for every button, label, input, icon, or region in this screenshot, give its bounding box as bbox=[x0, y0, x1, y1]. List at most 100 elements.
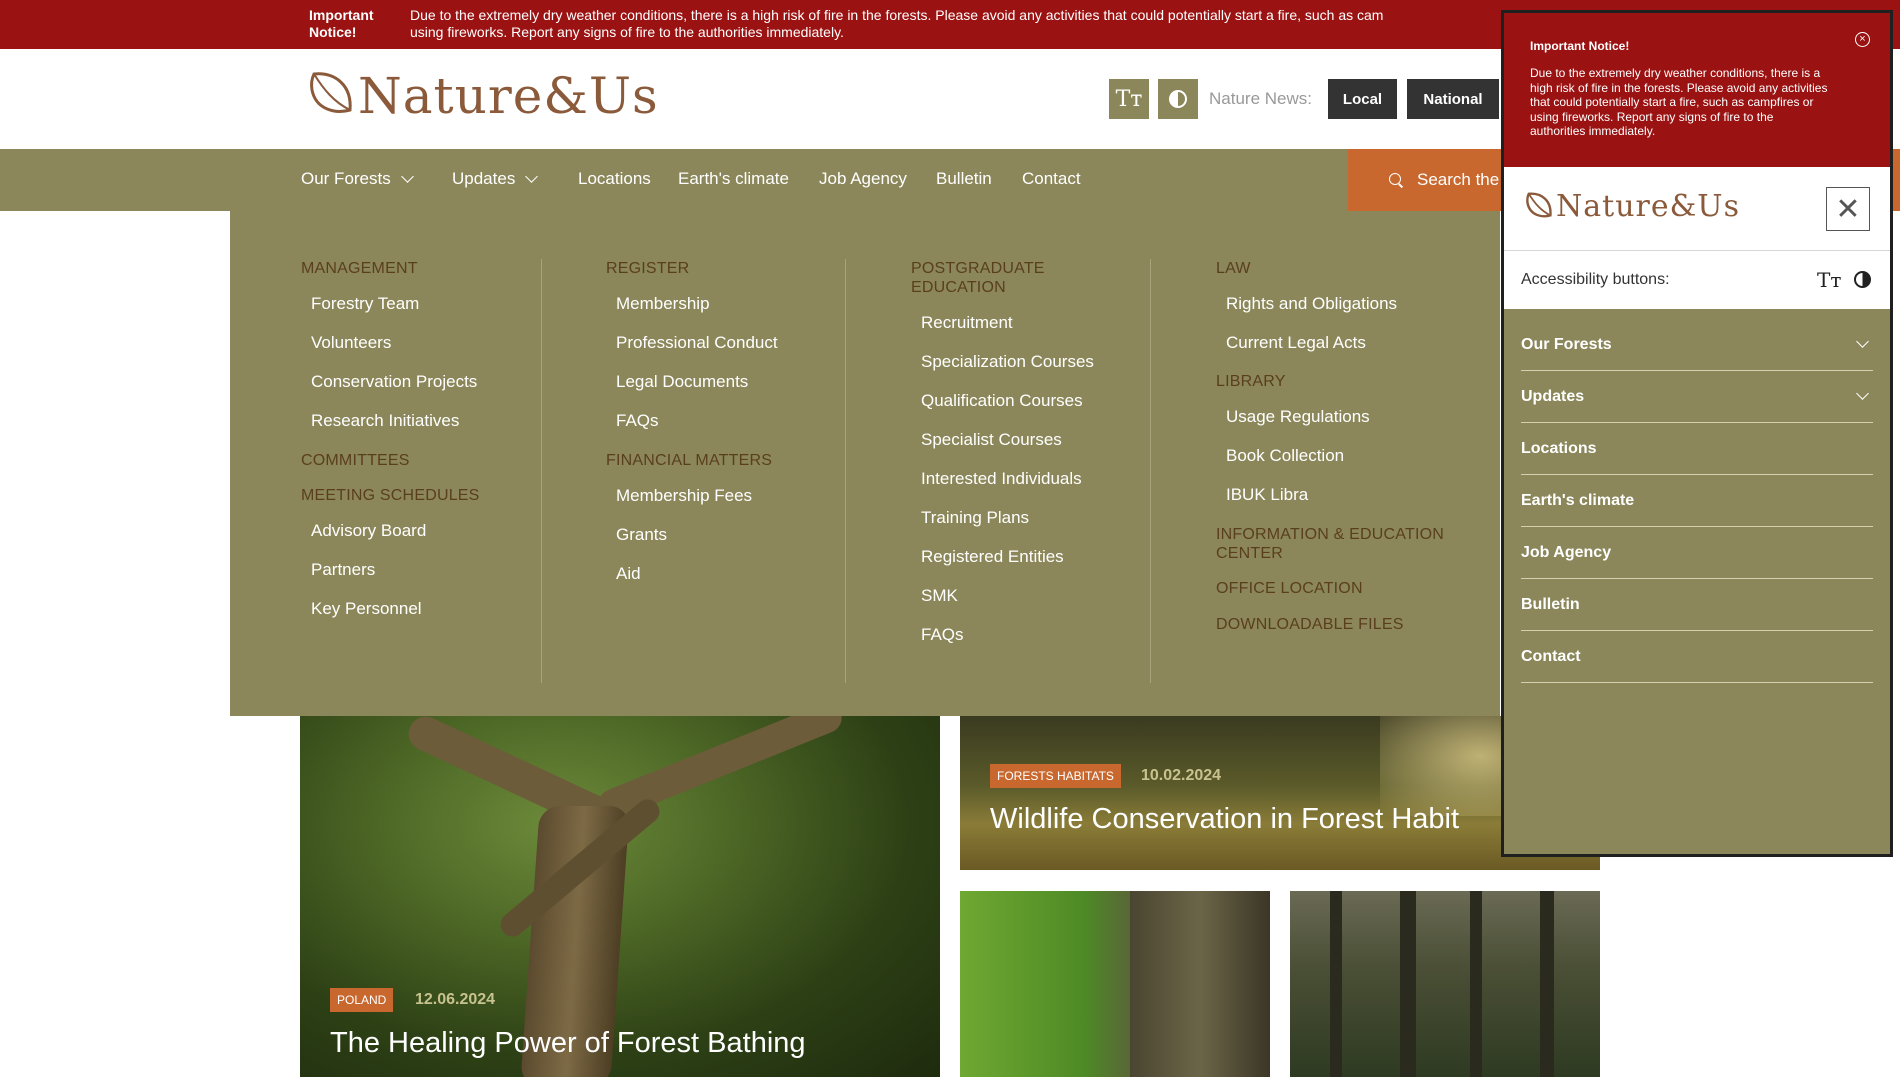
menu-link[interactable]: Volunteers bbox=[311, 333, 551, 353]
panel-item-label: Earth's climate bbox=[1521, 492, 1635, 509]
search-placeholder: Search the bbox=[1417, 170, 1500, 189]
menu-link[interactable]: Legal Documents bbox=[616, 372, 856, 392]
panel-accessibility: Accessibility buttons: Tт bbox=[1504, 251, 1890, 309]
menu-link[interactable]: Conservation Projects bbox=[311, 372, 551, 392]
panel-item-our-forests[interactable]: Our Forests bbox=[1521, 319, 1873, 371]
article-image-detail bbox=[1540, 891, 1554, 1077]
column-divider bbox=[1150, 259, 1151, 683]
notice-text-line2: using fireworks. Report any signs of fir… bbox=[410, 24, 844, 40]
section-financial-matters[interactable]: FINANCIAL MATTERS bbox=[606, 451, 856, 470]
section-register[interactable]: REGISTER bbox=[606, 259, 856, 278]
menu-link[interactable]: Aid bbox=[616, 564, 856, 584]
nav-locations[interactable]: Locations bbox=[578, 169, 651, 189]
article-card-big[interactable]: POLAND 12.06.2024 The Healing Power of F… bbox=[300, 716, 940, 1077]
menu-link[interactable]: Partners bbox=[311, 560, 551, 580]
close-icon[interactable]: ✕ bbox=[1826, 187, 1870, 231]
panel-item-label: Updates bbox=[1521, 388, 1585, 405]
panel-item-label: Our Forests bbox=[1521, 336, 1612, 353]
accessibility-label: Accessibility buttons: bbox=[1521, 271, 1670, 288]
menu-link[interactable]: FAQs bbox=[616, 411, 856, 431]
menu-link[interactable]: Qualification Courses bbox=[921, 391, 1131, 411]
menu-link[interactable]: Current Legal Acts bbox=[1226, 333, 1486, 353]
chevron-down-icon bbox=[400, 170, 414, 183]
chevron-down-icon bbox=[1856, 335, 1869, 348]
nav-job-agency[interactable]: Job Agency bbox=[819, 169, 907, 189]
menu-link[interactable]: Book Collection bbox=[1226, 446, 1486, 466]
menu-link[interactable]: Forestry Team bbox=[311, 294, 551, 314]
nav-updates[interactable]: Updates bbox=[452, 169, 539, 189]
mega-col-3: POSTGRADUATE EDUCATION Recruitment Speci… bbox=[911, 259, 1131, 645]
nav-contact[interactable]: Contact bbox=[1022, 169, 1081, 189]
nav-bulletin[interactable]: Bulletin bbox=[936, 169, 992, 189]
menu-link[interactable]: Specialist Courses bbox=[921, 430, 1131, 450]
panel-header: Nature&Us ✕ bbox=[1504, 167, 1890, 251]
menu-link[interactable]: Professional Conduct bbox=[616, 333, 856, 353]
menu-link[interactable]: Usage Regulations bbox=[1226, 407, 1486, 427]
news-local-button[interactable]: Local bbox=[1328, 79, 1397, 119]
text-size-icon: Tт bbox=[1115, 86, 1143, 112]
section-information-education-center[interactable]: INFORMATION & EDUCATION CENTER bbox=[1216, 525, 1486, 563]
menu-link[interactable]: Rights and Obligations bbox=[1226, 294, 1486, 314]
panel-item-earths-climate[interactable]: Earth's climate bbox=[1521, 475, 1873, 527]
nav-earths-climate[interactable]: Earth's climate bbox=[678, 169, 789, 189]
search-icon bbox=[1389, 173, 1401, 185]
article-image-detail bbox=[1130, 891, 1270, 1077]
menu-link[interactable]: Specialization Courses bbox=[921, 352, 1131, 372]
nav-item-label: Updates bbox=[452, 169, 516, 188]
article-date: 12.06.2024 bbox=[415, 991, 496, 1008]
mega-col-2: REGISTER Membership Professional Conduct… bbox=[606, 259, 856, 584]
logo-text: Nature&Us bbox=[358, 67, 659, 125]
menu-link[interactable]: IBUK Libra bbox=[1226, 485, 1486, 505]
panel-item-job-agency[interactable]: Job Agency bbox=[1521, 527, 1873, 579]
menu-link[interactable]: Key Personnel bbox=[311, 599, 551, 619]
contrast-button[interactable] bbox=[1158, 79, 1198, 119]
site-logo[interactable]: Nature&Us bbox=[306, 67, 659, 125]
nav-our-forests[interactable]: Our Forests bbox=[301, 169, 414, 189]
panel-logo[interactable]: Nature&Us bbox=[1524, 189, 1740, 224]
text-size-icon[interactable]: Tт bbox=[1817, 268, 1841, 292]
menu-link[interactable]: Research Initiatives bbox=[311, 411, 551, 431]
section-law[interactable]: LAW bbox=[1216, 259, 1486, 278]
notice-text: Due to the extremely dry weather conditi… bbox=[410, 7, 1510, 41]
article-card-small[interactable] bbox=[1290, 891, 1600, 1077]
article-badge[interactable]: POLAND bbox=[330, 988, 394, 1012]
article-title[interactable]: Wildlife Conservation in Forest Habit bbox=[990, 803, 1459, 836]
text-size-button[interactable]: Tт bbox=[1109, 79, 1149, 119]
menu-link[interactable]: FAQs bbox=[921, 625, 1131, 645]
menu-link[interactable]: SMK bbox=[921, 586, 1131, 606]
mega-col-4: LAW Rights and Obligations Current Legal… bbox=[1216, 259, 1486, 634]
panel-item-label: Bulletin bbox=[1521, 596, 1580, 613]
section-postgraduate-education[interactable]: POSTGRADUATE EDUCATION bbox=[911, 259, 1131, 297]
menu-link[interactable]: Recruitment bbox=[921, 313, 1131, 333]
notice-text-line1: Due to the extremely dry weather conditi… bbox=[410, 7, 1384, 23]
menu-link[interactable]: Registered Entities bbox=[921, 547, 1131, 567]
article-badge[interactable]: FORESTS HABITATS bbox=[990, 764, 1121, 788]
menu-link[interactable]: Membership bbox=[616, 294, 856, 314]
menu-link[interactable]: Training Plans bbox=[921, 508, 1131, 528]
section-office-location[interactable]: OFFICE LOCATION bbox=[1216, 579, 1486, 598]
menu-link[interactable]: Advisory Board bbox=[311, 521, 551, 541]
panel-item-label: Job Agency bbox=[1521, 544, 1612, 561]
menu-link[interactable]: Membership Fees bbox=[616, 486, 856, 506]
menu-link[interactable]: Grants bbox=[616, 525, 856, 545]
article-image-detail bbox=[1470, 891, 1482, 1077]
section-meeting-schedules[interactable]: MEETING SCHEDULES bbox=[301, 486, 551, 505]
column-divider bbox=[541, 259, 542, 683]
panel-item-locations[interactable]: Locations bbox=[1521, 423, 1873, 475]
news-national-button[interactable]: National bbox=[1407, 79, 1499, 119]
menu-link[interactable]: Interested Individuals bbox=[921, 469, 1131, 489]
article-title[interactable]: The Healing Power of Forest Bathing bbox=[330, 1027, 806, 1060]
section-downloadable-files[interactable]: DOWNLOADABLE FILES bbox=[1216, 615, 1486, 634]
contrast-icon[interactable] bbox=[1854, 271, 1871, 288]
article-card-small[interactable] bbox=[960, 891, 1270, 1077]
section-management[interactable]: MANAGEMENT bbox=[301, 259, 551, 278]
chevron-down-icon bbox=[1856, 387, 1869, 400]
section-library[interactable]: LIBRARY bbox=[1216, 372, 1486, 391]
leaf-logo-icon bbox=[1526, 192, 1552, 217]
section-committees[interactable]: COMMITTEES bbox=[301, 451, 551, 470]
leaf-logo-icon bbox=[310, 72, 352, 113]
panel-item-contact[interactable]: Contact bbox=[1521, 631, 1873, 683]
panel-item-updates[interactable]: Updates bbox=[1521, 371, 1873, 423]
close-circle-icon[interactable]: × bbox=[1855, 32, 1870, 47]
panel-item-bulletin[interactable]: Bulletin bbox=[1521, 579, 1873, 631]
